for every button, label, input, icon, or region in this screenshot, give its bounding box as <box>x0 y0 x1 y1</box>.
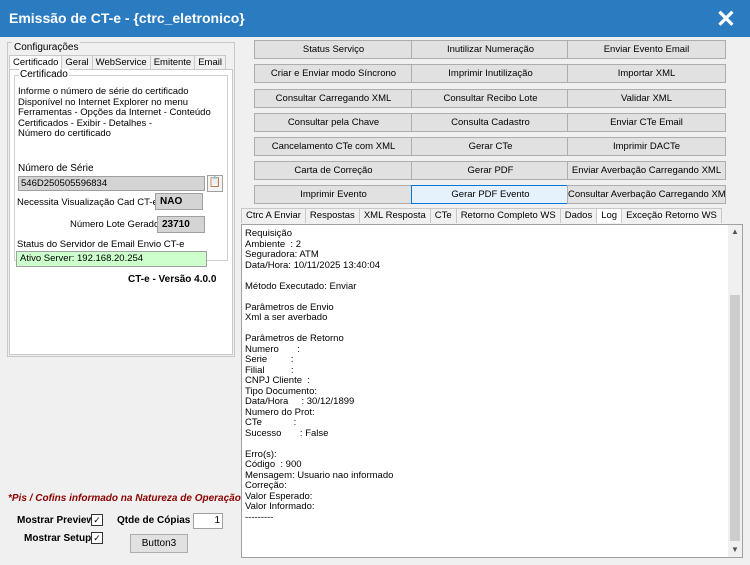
consulta-cadastro-button[interactable]: Consulta Cadastro <box>411 113 570 132</box>
mostrar-setup-label: Mostrar Setup <box>24 533 92 544</box>
tab-ctrc-a-enviar[interactable]: Ctrc A Enviar <box>241 208 306 223</box>
title-bar: Emissão de CT-e - {ctrc_eletronico} ✕ <box>0 0 750 37</box>
status-servico-button[interactable]: Status Serviço <box>254 40 413 59</box>
config-tabs: Certificado Geral WebService Emitente Em… <box>9 55 226 69</box>
log-scrollbar[interactable]: ▲ ▼ <box>728 225 742 557</box>
tab-xml-resposta[interactable]: XML Resposta <box>358 208 431 223</box>
gerar-cte-button[interactable]: Gerar CTe <box>411 137 570 156</box>
visualizacao-label: Necessita Visualização Cad CT-e <box>17 197 158 208</box>
consultar-carregando-xml-button[interactable]: Consultar Carregando XML <box>254 89 413 108</box>
tab-cte[interactable]: CTe <box>429 208 457 223</box>
carta-correcao-button[interactable]: Carta de Correção <box>254 161 413 180</box>
gerar-pdf-button[interactable]: Gerar PDF <box>411 161 570 180</box>
pis-cofins-note: *Pis / Cofins informado na Natureza de O… <box>8 493 244 504</box>
enviar-cte-email-button[interactable]: Enviar CTe Email <box>567 113 726 132</box>
lote-label: Número Lote Gerado <box>70 219 160 230</box>
gerar-pdf-evento-button[interactable]: Gerar PDF Evento <box>411 185 570 204</box>
scroll-down-icon[interactable]: ▼ <box>728 543 742 557</box>
enviar-evento-email-button[interactable]: Enviar Evento Email <box>567 40 726 59</box>
criar-enviar-sincrono-button[interactable]: Criar e Enviar modo Síncrono <box>254 64 413 83</box>
window-title: Emissão de CT-e - {ctrc_eletronico} <box>9 10 245 26</box>
certificado-instructions: Informe o número de série do certificado… <box>18 86 211 139</box>
tab-retorno-completo-ws[interactable]: Retorno Completo WS <box>455 208 561 223</box>
inutilizar-numeracao-button[interactable]: Inutilizar Numeração <box>411 40 570 59</box>
consultar-recibo-lote-button[interactable]: Consultar Recibo Lote <box>411 89 570 108</box>
close-icon[interactable]: ✕ <box>716 5 736 34</box>
scroll-thumb[interactable] <box>730 295 740 541</box>
result-tabs: Ctrc A Enviar Respostas XML Resposta CTe… <box>241 208 722 223</box>
enviar-averbacao-button[interactable]: Enviar Averbação Carregando XML <box>567 161 726 180</box>
certificado-group: Certificado Informe o número de série do… <box>14 69 228 261</box>
certificado-legend: Certificado <box>19 69 69 80</box>
status-email-label: Status do Servidor de Email Envio CT-e <box>17 239 185 250</box>
version-label: CT-e - Versão 4.0.0 <box>128 274 217 285</box>
status-email-value: Ativo Server: 192.168.20.254 <box>16 251 207 267</box>
scroll-up-icon[interactable]: ▲ <box>728 225 742 239</box>
button3[interactable]: Button3 <box>130 534 188 553</box>
lote-value: 23710 <box>157 216 205 233</box>
importar-xml-button[interactable]: Importar XML <box>567 64 726 83</box>
validar-xml-button[interactable]: Validar XML <box>567 89 726 108</box>
consultar-averbacao-button[interactable]: Consultar Averbação Carregando XML <box>567 185 726 204</box>
tab-webservice[interactable]: WebService <box>91 55 151 69</box>
tab-geral[interactable]: Geral <box>61 55 93 69</box>
qtde-copias-label: Qtde de Cópias <box>117 515 191 526</box>
imprimir-inutilizacao-button[interactable]: Imprimir Inutilização <box>411 64 570 83</box>
log-textarea[interactable]: Requisição Ambiente : 2 Seguradora: ATM … <box>241 224 743 558</box>
mostrar-preview-checkbox[interactable]: ✓ <box>91 514 103 526</box>
mostrar-setup-checkbox[interactable]: ✓ <box>91 532 103 544</box>
imprimir-dacte-button[interactable]: Imprimir DACTe <box>567 137 726 156</box>
imprimir-evento-button[interactable]: Imprimir Evento <box>254 185 413 204</box>
numero-serie-field[interactable]: 546D250505596834 <box>18 176 205 191</box>
tab-log[interactable]: Log <box>596 208 623 223</box>
certificado-panel: Certificado Informe o número de série do… <box>9 69 233 355</box>
numero-serie-label: Número de Série <box>18 163 94 174</box>
tab-email[interactable]: Email <box>194 55 226 69</box>
visualizacao-value: NAO <box>155 193 203 210</box>
log-content: Requisição Ambiente : 2 Seguradora: ATM … <box>245 228 394 523</box>
tab-excecao-retorno-ws[interactable]: Exceção Retorno WS <box>621 208 722 223</box>
configuracoes-legend: Configurações <box>12 42 81 53</box>
consultar-chave-button[interactable]: Consultar pela Chave <box>254 113 413 132</box>
tab-dados[interactable]: Dados <box>559 208 598 223</box>
tab-certificado[interactable]: Certificado <box>9 55 63 69</box>
tab-respostas[interactable]: Respostas <box>304 208 360 223</box>
select-certificate-icon[interactable]: 📋 <box>207 175 223 192</box>
qtde-copias-input[interactable]: 1 <box>193 513 223 529</box>
tab-emitente[interactable]: Emitente <box>149 55 196 69</box>
mostrar-preview-label: Mostrar Preview <box>17 515 95 526</box>
cancelamento-cte-xml-button[interactable]: Cancelamento CTe com XML <box>254 137 413 156</box>
